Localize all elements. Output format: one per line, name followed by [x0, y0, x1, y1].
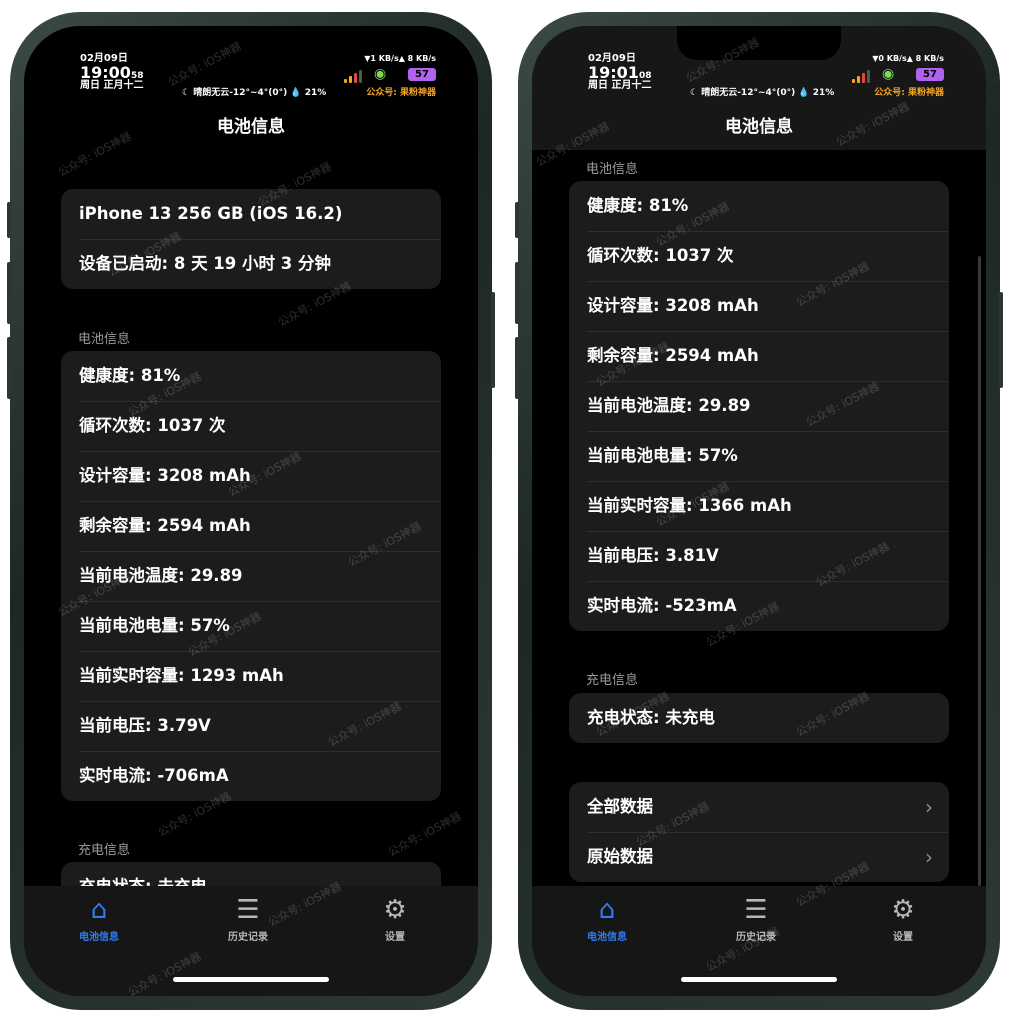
battery-row: 当前实时容量: 1366 mAh — [569, 481, 949, 531]
status-seconds: 08 — [638, 70, 652, 81]
battery-row: 剩余容量: 2594 mAh — [569, 331, 949, 381]
battery-info-group: 健康度: 81% 循环次数: 1037 次 设计容量: 3208 mAh 剩余容… — [61, 351, 441, 801]
left-phone: 02月09日 19:0058 周日 正月十二 ☾ 晴朗无云-12°~4°(0°)… — [7, 12, 495, 1010]
status-bar: 02月09日 19:0058 周日 正月十二 ☾ 晴朗无云-12°~4°(0°)… — [24, 50, 478, 100]
tab-label: 设置 — [893, 932, 913, 943]
volume-down-button — [515, 337, 519, 399]
battery-row: 健康度: 81% — [587, 196, 689, 215]
volume-down-button — [7, 337, 11, 399]
house-icon: ⌂ — [598, 895, 616, 925]
cellular-signal-icon — [344, 70, 362, 83]
gear-icon: ⚙ — [891, 895, 915, 925]
battery-row: 实时电流: -706mA — [61, 751, 441, 801]
tab-settings[interactable]: ⚙ 设置 — [350, 894, 440, 943]
battery-row: 设计容量: 3208 mAh — [569, 281, 949, 331]
battery-row: 当前电压: 3.81V — [569, 531, 949, 581]
battery-row: 设计容量: 3208 mAh — [61, 451, 441, 501]
tab-history[interactable]: ☰ 历史记录 — [711, 894, 801, 943]
content-scroll[interactable]: 电池信息 健康度: 81% 循环次数: 1037 次 设计容量: 3208 mA… — [532, 26, 986, 996]
tab-label: 电池信息 — [79, 932, 119, 943]
tab-label: 历史记录 — [228, 932, 268, 943]
tab-settings[interactable]: ⚙ 设置 — [858, 894, 948, 943]
status-time: 19:0058 — [80, 62, 144, 82]
device-uptime-row: 设备已启动: 8 天 19 小时 3 分钟 — [61, 239, 441, 289]
device-model-row: iPhone 13 256 GB (iOS 16.2) — [79, 204, 343, 223]
tab-battery-info[interactable]: ⌂ 电池信息 — [54, 894, 144, 943]
volume-up-button — [515, 262, 519, 324]
charging-status-row: 充电状态: 未充电 — [587, 708, 715, 727]
right-phone: 02月09日 19:0108 周日 正月十二 ☾ 晴朗无云-12°~4°(0°)… — [515, 12, 1003, 1010]
wifi-icon: ◉ — [882, 66, 895, 82]
status-network-speed: ▼0 KB/s▲ 8 KB/s — [872, 54, 944, 63]
all-data-label: 全部数据 — [587, 797, 653, 816]
battery-row: 当前电压: 3.79V — [61, 701, 441, 751]
cellular-signal-icon — [852, 70, 870, 83]
chevron-right-icon: › — [925, 795, 933, 819]
chevron-right-icon: › — [925, 845, 933, 869]
power-button — [491, 292, 495, 388]
house-icon: ⌂ — [90, 895, 108, 925]
status-seconds: 58 — [130, 70, 144, 81]
scroll-indicator[interactable] — [978, 256, 981, 886]
tab-battery-info[interactable]: ⌂ 电池信息 — [562, 894, 652, 943]
battery-row: 实时电流: -523mA — [569, 581, 949, 631]
battery-row: 循环次数: 1037 次 — [61, 401, 441, 451]
status-gzh-label: 公众号: 果粉神器 — [874, 88, 944, 98]
status-lunar-date: 周日 正月十二 — [80, 80, 144, 92]
data-links-group: 全部数据 › 原始数据 › — [569, 782, 949, 882]
tab-label: 设置 — [385, 932, 405, 943]
all-data-row[interactable]: 全部数据 › — [569, 782, 949, 832]
gear-icon: ⚙ — [383, 895, 407, 925]
home-indicator[interactable] — [173, 977, 329, 982]
battery-row: 健康度: 81% — [79, 366, 181, 385]
battery-row: 循环次数: 1037 次 — [569, 231, 949, 281]
left-screen: 02月09日 19:0058 周日 正月十二 ☾ 晴朗无云-12°~4°(0°)… — [24, 26, 478, 996]
raw-data-row[interactable]: 原始数据 › — [569, 832, 949, 882]
content-scroll[interactable]: iPhone 13 256 GB (iOS 16.2) 设备已启动: 8 天 1… — [24, 26, 478, 996]
section-label-battery: 电池信息 — [78, 332, 131, 347]
status-gzh-label: 公众号: 果粉神器 — [366, 88, 436, 98]
battery-badge: 57 — [916, 68, 944, 81]
battery-info-group: 健康度: 81% 循环次数: 1037 次 设计容量: 3208 mAh 剩余容… — [569, 181, 949, 631]
right-screen: 02月09日 19:0108 周日 正月十二 ☾ 晴朗无云-12°~4°(0°)… — [532, 26, 986, 996]
mute-switch — [515, 202, 519, 238]
section-label-charging: 充电信息 — [586, 673, 639, 688]
raw-data-label: 原始数据 — [587, 847, 653, 866]
section-label-battery: 电池信息 — [586, 162, 639, 177]
page-title: 电池信息 — [725, 117, 793, 137]
wifi-icon: ◉ — [374, 66, 387, 82]
battery-row: 当前电池电量: 57% — [61, 601, 441, 651]
volume-up-button — [7, 262, 11, 324]
power-button — [999, 292, 1003, 388]
device-info-group: iPhone 13 256 GB (iOS 16.2) 设备已启动: 8 天 1… — [61, 189, 441, 289]
battery-badge: 57 — [408, 68, 436, 81]
section-label-charging: 充电信息 — [78, 843, 131, 858]
battery-row: 剩余容量: 2594 mAh — [61, 501, 441, 551]
mute-switch — [7, 202, 11, 238]
status-weather: ☾ 晴朗无云-12°~4°(0°) 💧 21% — [182, 88, 327, 98]
list-icon: ☰ — [236, 895, 260, 925]
list-icon: ☰ — [744, 895, 768, 925]
status-bar: 02月09日 19:0108 周日 正月十二 ☾ 晴朗无云-12°~4°(0°)… — [532, 50, 986, 100]
status-time: 19:0108 — [588, 62, 652, 82]
tab-label: 历史记录 — [736, 932, 776, 943]
home-indicator[interactable] — [681, 977, 837, 982]
status-lunar-date: 周日 正月十二 — [588, 80, 652, 92]
battery-row: 当前电池电量: 57% — [569, 431, 949, 481]
charging-info-group: 充电状态: 未充电 — [569, 693, 949, 743]
tab-history[interactable]: ☰ 历史记录 — [203, 894, 293, 943]
status-weather: ☾ 晴朗无云-12°~4°(0°) 💧 21% — [690, 88, 835, 98]
tab-label: 电池信息 — [587, 932, 627, 943]
battery-row: 当前电池温度: 29.89 — [61, 551, 441, 601]
battery-row: 当前实时容量: 1293 mAh — [61, 651, 441, 701]
status-network-speed: ▼1 KB/s▲ 8 KB/s — [364, 54, 436, 63]
battery-row: 当前电池温度: 29.89 — [569, 381, 949, 431]
